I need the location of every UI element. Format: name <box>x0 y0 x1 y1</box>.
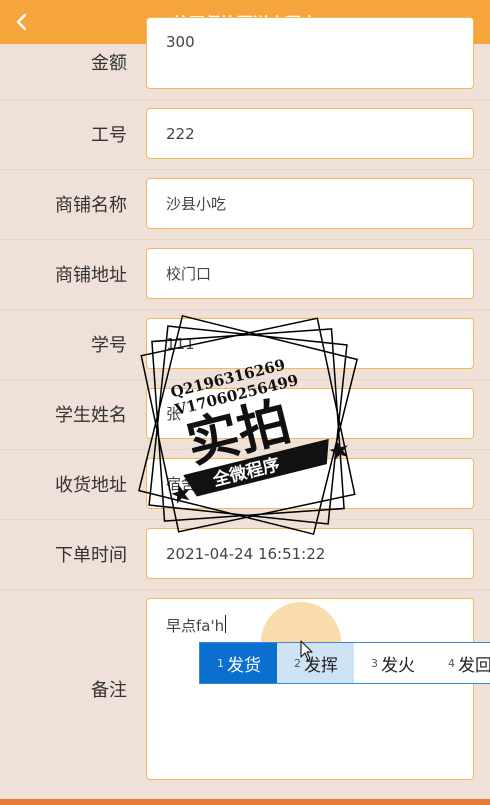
field-label: 下单时间 <box>55 545 127 566</box>
form-row-shop-address: 商铺地址 校门口 <box>0 239 490 310</box>
field-label: 备注 <box>91 680 127 701</box>
ime-candidate[interactable]: 1 发货 <box>200 643 277 683</box>
ime-candidate[interactable]: 3 发火 <box>354 643 431 683</box>
field-label: 商铺名称 <box>55 195 127 216</box>
amount-input[interactable]: 300 <box>146 17 474 89</box>
ime-candidate[interactable]: 2 发挥 <box>277 643 354 683</box>
shop-address-input[interactable]: 校门口 <box>146 248 474 299</box>
field-label: 学生姓名 <box>55 405 127 426</box>
field-label: 收货地址 <box>55 475 127 496</box>
ime-candidate-bar: 1 发货 2 发挥 3 发火 4 发回 <box>199 642 490 684</box>
remark-text: 早点fa'h <box>166 617 225 635</box>
text-caret <box>225 615 227 633</box>
form-row-shop-name: 商铺名称 沙县小吃 <box>0 169 490 240</box>
field-label: 学号 <box>91 335 127 356</box>
field-label: 金额 <box>91 53 127 74</box>
field-label: 商铺地址 <box>55 265 127 286</box>
form-row-remark: 备注 早点fa'h <box>0 589 490 789</box>
form-row-amount: 金额 300 <box>0 17 490 100</box>
ime-candidate[interactable]: 4 发回 <box>431 643 490 683</box>
mouse-pointer-icon <box>300 640 313 661</box>
employee-id-input[interactable]: 222 <box>146 108 474 159</box>
shop-name-input[interactable]: 沙县小吃 <box>146 178 474 229</box>
watermark-stamp: Q2196316269 V17060256499 实拍 全微程序 <box>137 314 359 536</box>
form-row-employee-id: 工号 222 <box>0 99 490 170</box>
field-label: 工号 <box>91 125 127 146</box>
submit-button-edge[interactable] <box>0 799 490 805</box>
